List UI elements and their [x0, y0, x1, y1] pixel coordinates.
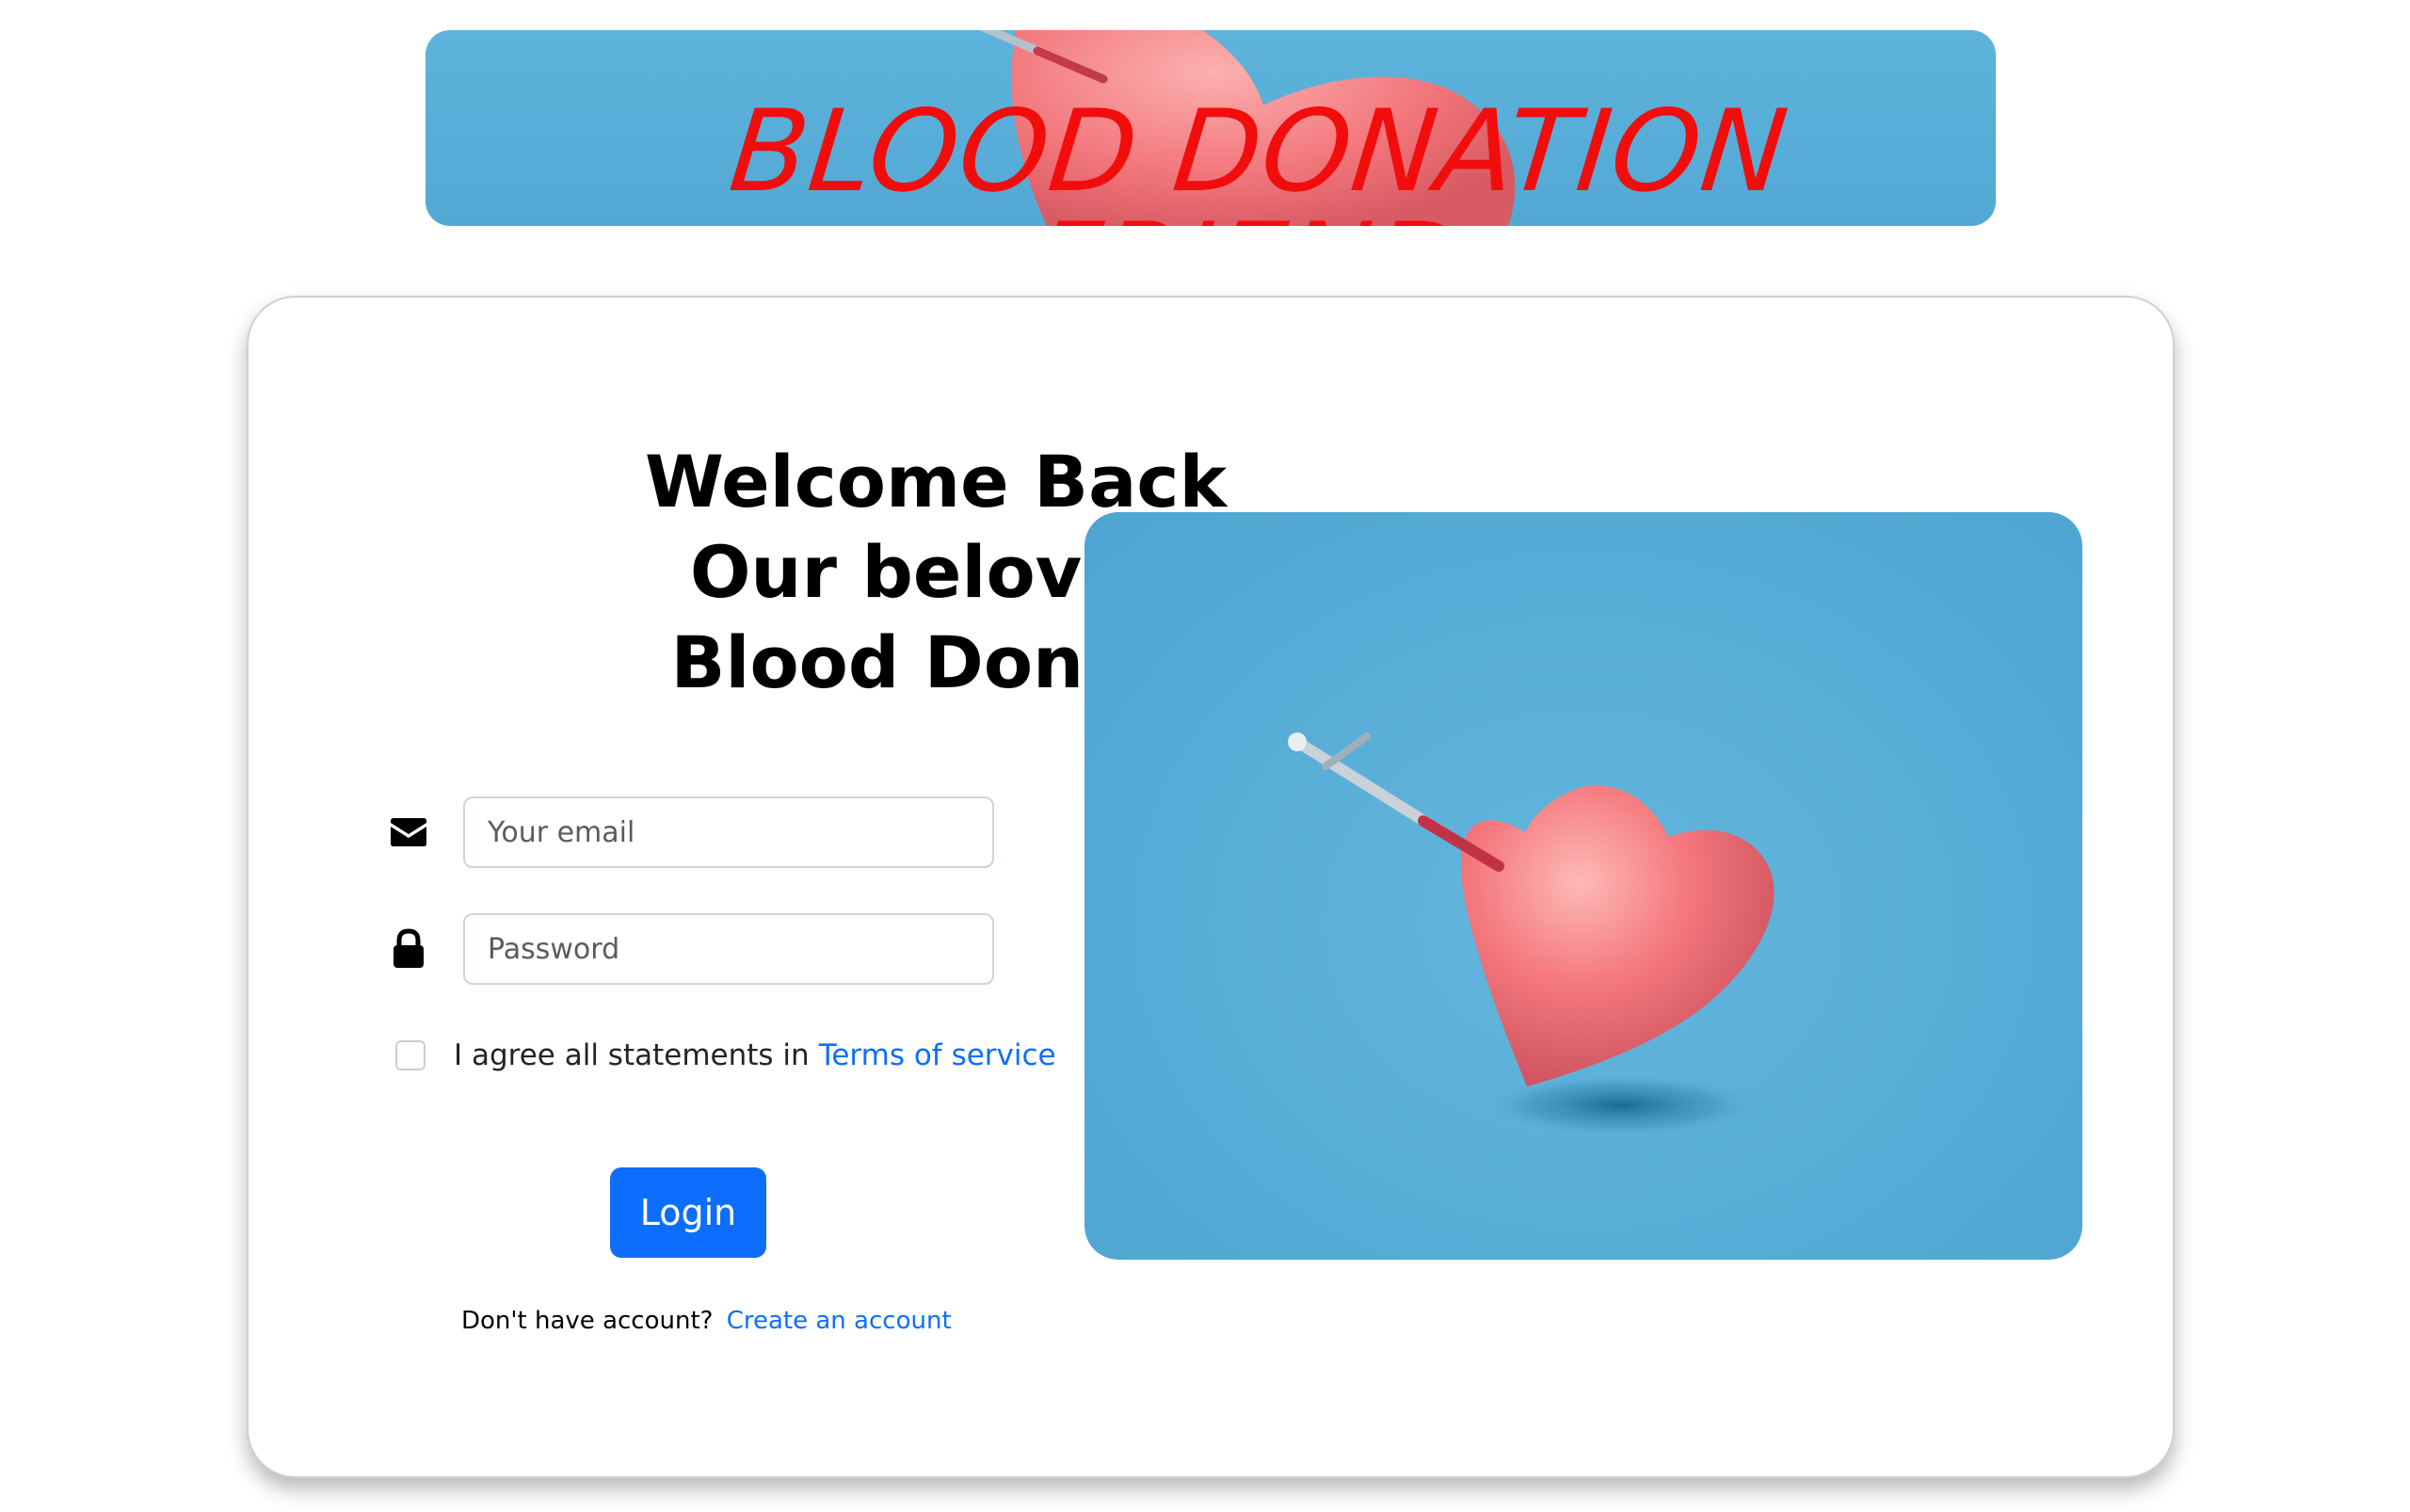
- login-card: Welcome Back Our beloved Blood Donor! I …: [247, 296, 2175, 1478]
- login-button[interactable]: Login: [610, 1167, 766, 1258]
- lock-icon: [394, 928, 424, 968]
- banner-title: BLOOD DONATION FRIEND: [724, 87, 1794, 226]
- terms-checkbox[interactable]: [395, 1040, 426, 1070]
- envelope-icon: [391, 818, 426, 846]
- signup-row: Don't have account? Create an account: [461, 1307, 952, 1335]
- heart-syringe-illustration: [1288, 732, 1775, 1135]
- terms-of-service-link[interactable]: Terms of service: [819, 1038, 1056, 1072]
- email-input[interactable]: [463, 796, 994, 868]
- password-input[interactable]: [463, 913, 994, 985]
- create-account-link[interactable]: Create an account: [727, 1307, 952, 1335]
- terms-row: I agree all statements in Terms of servi…: [395, 1032, 1056, 1079]
- email-row: [249, 796, 1190, 868]
- password-row: [249, 913, 1190, 985]
- header-banner: BLOOD DONATION FRIEND: [426, 30, 1996, 226]
- signup-prompt: Don't have account?: [461, 1307, 714, 1335]
- terms-label: I agree all statements in: [454, 1038, 810, 1072]
- hero-heart-image: [1084, 512, 2082, 1260]
